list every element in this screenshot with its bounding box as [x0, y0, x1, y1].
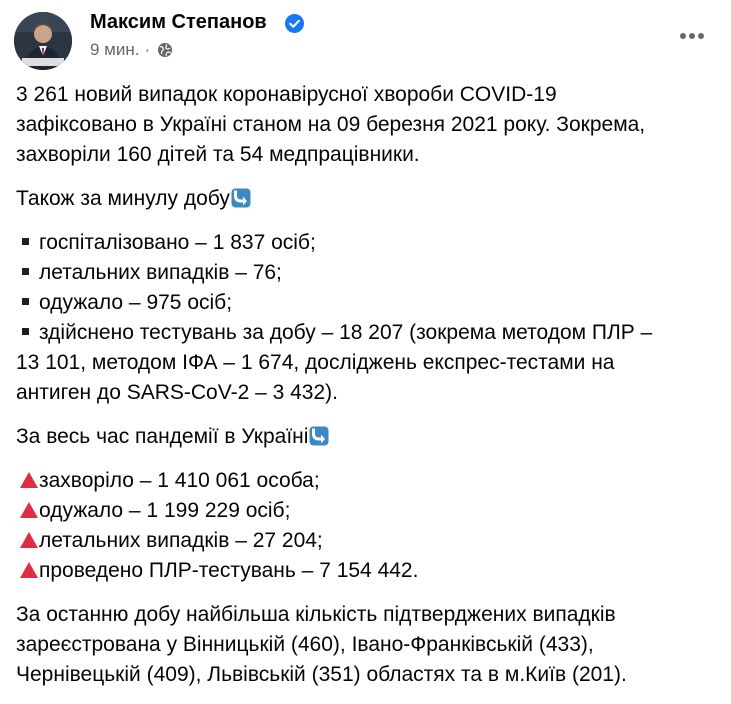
red-triangle-icon: [20, 532, 38, 548]
list-item: захворіло – 1 410 061 особа;: [16, 466, 716, 496]
red-triangle-icon: [20, 502, 38, 518]
more-options-icon[interactable]: [676, 24, 708, 48]
post-meta: 9 мин. ·: [90, 40, 173, 60]
daily-heading: Також за минулу добу: [16, 184, 716, 214]
author-name[interactable]: Максим Степанов: [90, 11, 267, 34]
down-arrow-emoji-icon: [309, 426, 329, 446]
total-heading-text: За весь час пандемії в Україні: [16, 425, 309, 448]
list-item: одужало – 1 199 229 осіб;: [16, 496, 716, 526]
black-square-icon: [22, 238, 29, 246]
black-square-icon: [22, 328, 29, 336]
red-triangle-icon: [20, 562, 38, 578]
post-timestamp[interactable]: 9 мин.: [90, 40, 139, 60]
red-triangle-icon: [20, 472, 38, 488]
globe-icon[interactable]: [157, 42, 173, 58]
text-line: Чернівецькій (409), Львівській (351) обл…: [16, 663, 627, 686]
list-item-text: летальних випадків – 76;: [39, 261, 282, 284]
list-item: летальних випадків – 76;: [16, 258, 716, 288]
list-item-text: летальних випадків – 27 204;: [39, 529, 323, 552]
text-line: захворіли 160 дітей та 54 медпрацівники.: [16, 143, 420, 166]
list-item-text: одужало – 975 осіб;: [39, 291, 233, 314]
post-text: 3 261 новий випадок коронавірусної хворо…: [16, 80, 716, 704]
list-item-text: госпіталізовано – 1 837 осіб;: [39, 231, 316, 254]
post-header: Максим Степанов 9 мин. ·: [0, 0, 731, 80]
list-item-text: проведено ПЛР-тестувань – 7 154 442.: [39, 559, 419, 582]
author-avatar[interactable]: [14, 12, 72, 70]
intro-paragraph: 3 261 новий випадок коронавірусної хворо…: [16, 80, 716, 170]
daily-heading-text: Також за минулу добу: [16, 187, 230, 210]
facebook-post: Максим Степанов 9 мин. · 3 261 новий вип…: [0, 0, 731, 686]
black-square-icon: [22, 268, 29, 276]
down-arrow-emoji-icon: [231, 188, 251, 208]
meta-separator: ·: [144, 40, 151, 59]
text-line: зареєстрована у Вінницькій (460), Івано-…: [16, 633, 594, 656]
text-line: зафіксовано в Україні станом на 09 берез…: [16, 113, 646, 136]
list-item: летальних випадків – 27 204;: [16, 526, 716, 556]
daily-list: госпіталізовано – 1 837 осіб; летальних …: [16, 228, 716, 408]
verified-badge-icon: [285, 14, 304, 33]
list-item-text: здійснено тестувань за добу – 18 207 (зо…: [39, 321, 653, 344]
text-line: 13 101, методом ІФА – 1 674, досліджень …: [16, 351, 615, 374]
text-line: За останню добу найбільша кількість підт…: [16, 603, 616, 626]
list-item: госпіталізовано – 1 837 осіб;: [16, 228, 716, 258]
total-heading: За весь час пандемії в Україні: [16, 422, 716, 452]
text-line: 3 261 новий випадок коронавірусної хворо…: [16, 83, 557, 106]
text-line: антиген до SARS-CoV-2 – 3 432).: [16, 381, 338, 404]
list-item-text: одужало – 1 199 229 осіб;: [39, 499, 291, 522]
regions-paragraph: За останню добу найбільша кількість підт…: [16, 600, 716, 690]
list-item-text: захворіло – 1 410 061 особа;: [39, 469, 320, 492]
total-list: захворіло – 1 410 061 особа; одужало – 1…: [16, 466, 716, 586]
list-item: здійснено тестувань за добу – 18 207 (зо…: [16, 318, 716, 348]
list-item: одужало – 975 осіб;: [16, 288, 716, 318]
black-square-icon: [22, 298, 29, 306]
list-item: проведено ПЛР-тестувань – 7 154 442.: [16, 556, 716, 586]
